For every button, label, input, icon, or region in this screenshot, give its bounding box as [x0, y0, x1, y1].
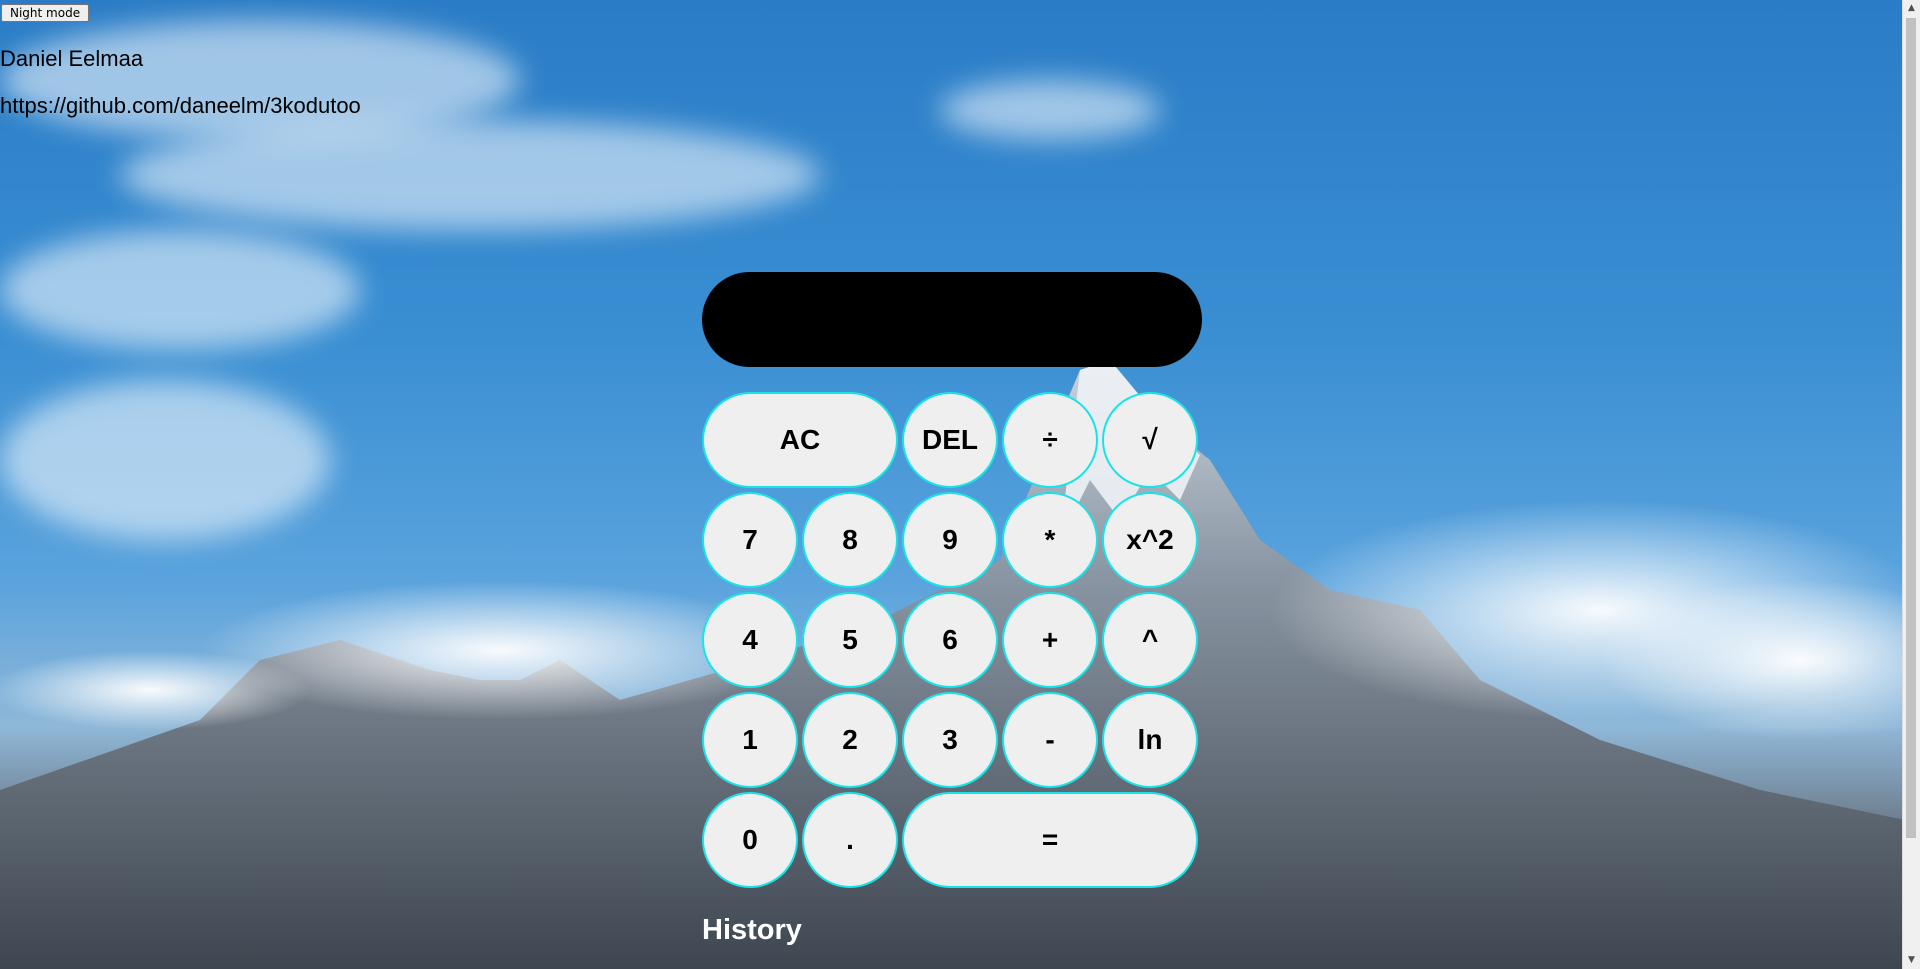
chevron-down-icon[interactable]: ▼ [1903, 952, 1920, 969]
repo-link[interactable]: https://github.com/daneelm/3kodutoo [0, 93, 361, 119]
multiply-button[interactable]: * [1002, 492, 1098, 588]
digit-5-button[interactable]: 5 [802, 592, 898, 688]
calculator-display [702, 272, 1202, 367]
sqrt-button[interactable]: √ [1102, 392, 1198, 488]
history-heading: History [702, 914, 802, 946]
decimal-button[interactable]: . [802, 792, 898, 888]
page: Night mode Daniel Eelmaa https://github.… [0, 0, 1920, 969]
add-button[interactable]: + [1002, 592, 1098, 688]
delete-button[interactable]: DEL [902, 392, 998, 488]
subtract-button[interactable]: - [1002, 692, 1098, 788]
divide-button[interactable]: ÷ [1002, 392, 1098, 488]
power-button[interactable]: ^ [1102, 592, 1198, 688]
equals-button[interactable]: = [902, 792, 1198, 888]
clear-button[interactable]: AC [702, 392, 898, 488]
digit-8-button[interactable]: 8 [802, 492, 898, 588]
digit-0-button[interactable]: 0 [702, 792, 798, 888]
square-button[interactable]: x^2 [1102, 492, 1198, 588]
digit-2-button[interactable]: 2 [802, 692, 898, 788]
ln-button[interactable]: ln [1102, 692, 1198, 788]
page-scrollbar[interactable]: ▲ ▼ [1902, 0, 1920, 969]
digit-9-button[interactable]: 9 [902, 492, 998, 588]
digit-6-button[interactable]: 6 [902, 592, 998, 688]
digit-4-button[interactable]: 4 [702, 592, 798, 688]
digit-1-button[interactable]: 1 [702, 692, 798, 788]
night-mode-button[interactable]: Night mode [1, 4, 90, 22]
scrollbar-thumb[interactable] [1906, 18, 1916, 838]
chevron-up-icon[interactable]: ▲ [1903, 0, 1920, 17]
digit-3-button[interactable]: 3 [902, 692, 998, 788]
digit-7-button[interactable]: 7 [702, 492, 798, 588]
author-name: Daniel Eelmaa [0, 46, 144, 71]
keypad: AC DEL ÷ √ 7 8 9 * x^2 4 5 6 + ^ 1 2 3 -… [702, 392, 1202, 888]
